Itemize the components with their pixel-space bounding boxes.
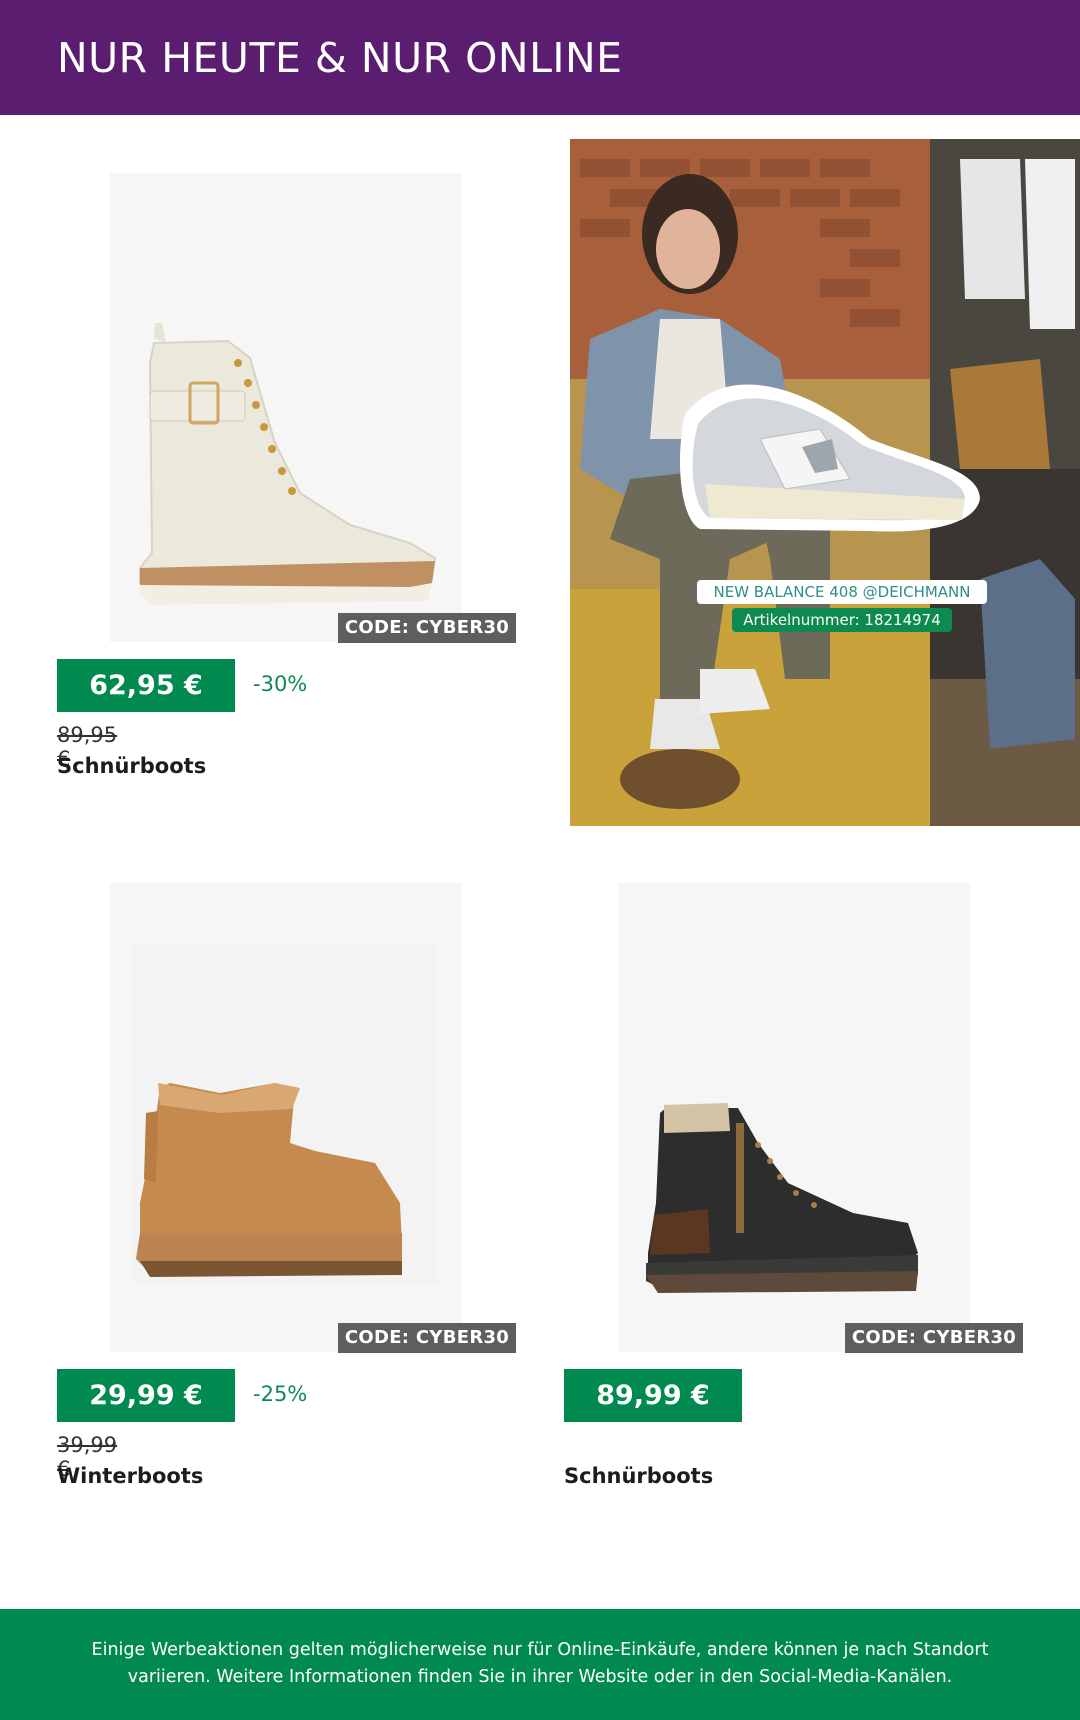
footer-text: Einige Werbeaktionen gelten möglicherwei…	[91, 1640, 989, 1687]
discount-label-2: -25%	[253, 1382, 308, 1406]
header-banner: NUR HEUTE & NUR ONLINE	[0, 0, 1080, 115]
price-button-3[interactable]: 89,99 €	[564, 1369, 742, 1422]
white-boot-image	[139, 323, 437, 605]
lifestyle-photo-image	[570, 139, 1080, 826]
promo-code-badge-2: CODE: CYBER30	[338, 1323, 516, 1353]
promo-code-badge-3: CODE: CYBER30	[845, 1323, 1023, 1353]
promo-product-label: NEW BALANCE 408 @DEICHMANN	[697, 580, 987, 604]
black-boot-image	[646, 1103, 918, 1293]
product-name-3[interactable]: Schnürboots	[564, 1464, 713, 1488]
price-button-1[interactable]: 62,95 €	[57, 659, 235, 712]
product-image-3[interactable]	[618, 883, 970, 1352]
product-name-2[interactable]: Winterboots	[57, 1464, 203, 1488]
footer-disclaimer: Einige Werbeaktionen gelten möglicherwei…	[0, 1609, 1080, 1720]
discount-label-1: -30%	[253, 672, 308, 696]
product-image-2[interactable]	[110, 883, 462, 1352]
header-title: NUR HEUTE & NUR ONLINE	[57, 34, 623, 82]
tan-boot-image	[136, 1083, 402, 1277]
price-button-2[interactable]: 29,99 €	[57, 1369, 235, 1422]
product-image-1[interactable]	[110, 173, 462, 642]
promo-code-badge-1: CODE: CYBER30	[338, 613, 516, 643]
promo-photo[interactable]: NEW BALANCE 408 @DEICHMANN Artikelnummer…	[570, 139, 1080, 826]
product-name-1[interactable]: Schnürboots	[57, 754, 206, 778]
promo-article-number: Artikelnummer: 18214974	[732, 608, 952, 632]
